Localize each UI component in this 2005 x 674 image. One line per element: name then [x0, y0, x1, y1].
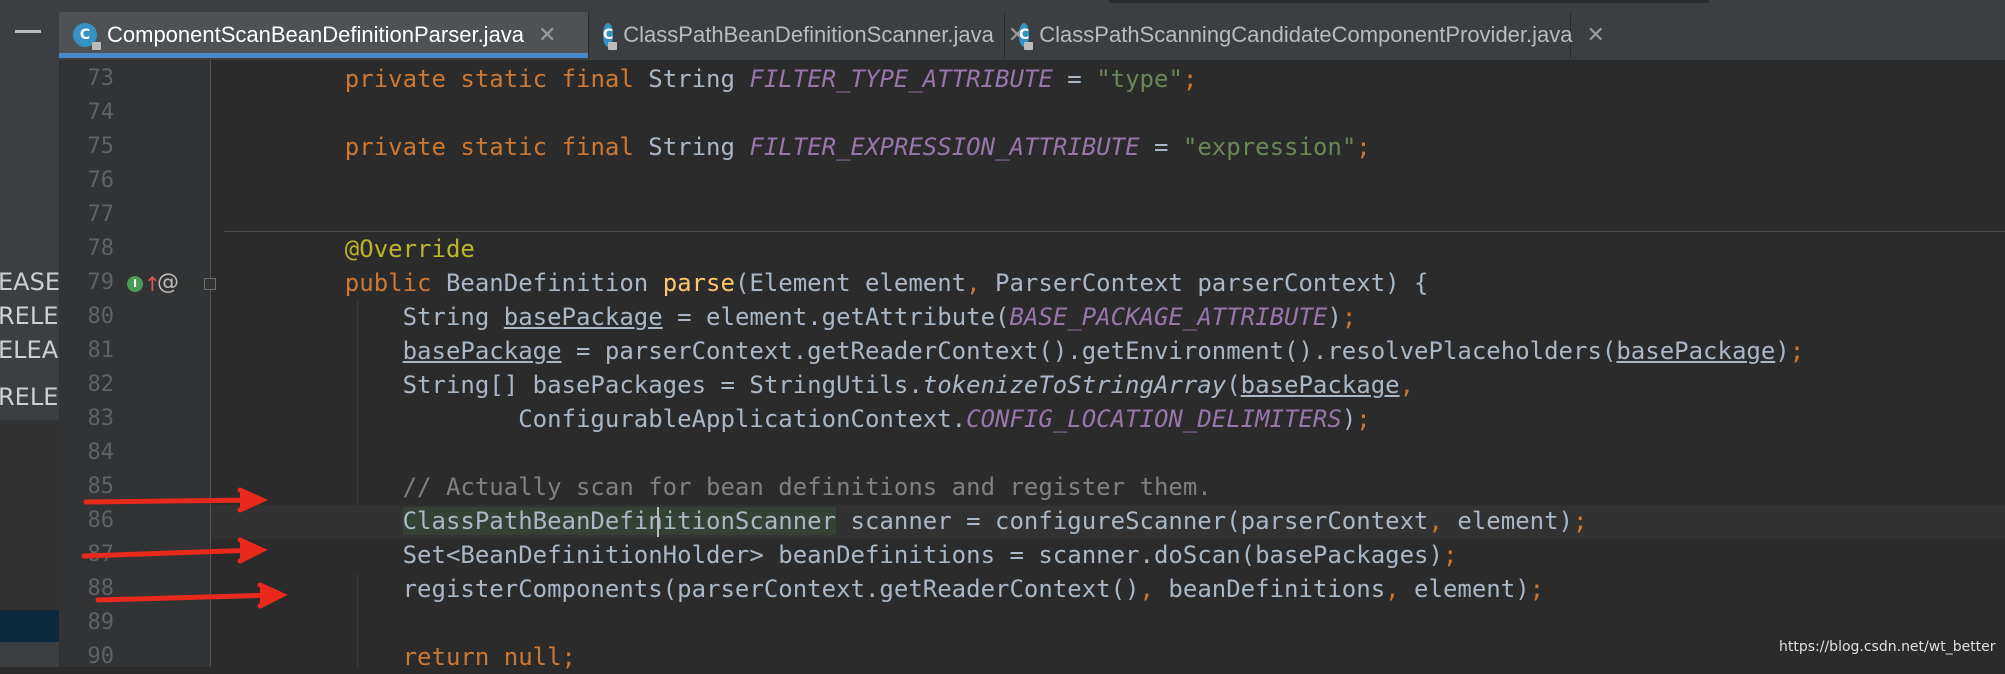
- annotation-arrows: [81, 487, 288, 609]
- red-arrow-line-88: [95, 582, 288, 609]
- red-arrow-line-87: [81, 537, 268, 564]
- red-arrow-line-85: [83, 487, 269, 513]
- watermark-url: https://blog.csdn.net/wt_better: [1779, 639, 1996, 655]
